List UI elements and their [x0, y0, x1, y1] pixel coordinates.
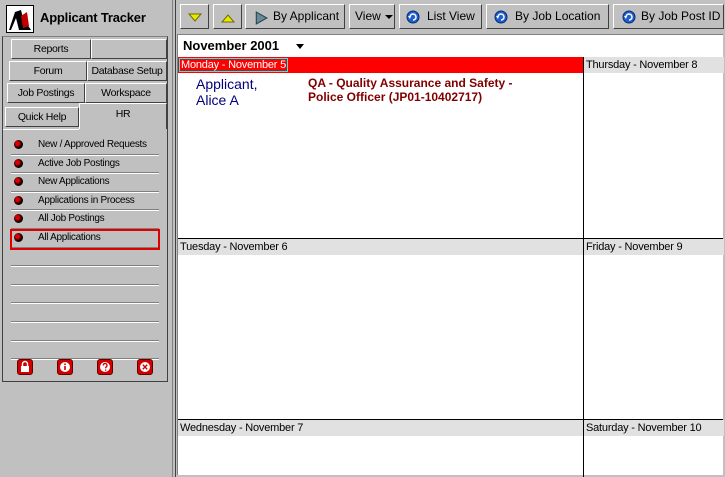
tab-blank[interactable]: [91, 39, 167, 59]
empty-row: [11, 249, 159, 268]
view-label: View: [355, 9, 381, 23]
app-title: Applicant Tracker: [40, 10, 146, 25]
refresh-globe-icon: [406, 10, 420, 24]
nav-item-new-applications[interactable]: New Applications: [11, 174, 159, 193]
tab-label: HR: [115, 108, 131, 120]
scroll-up-button[interactable]: [213, 4, 242, 29]
by-job-post-id-button[interactable]: By Job Post ID: [613, 4, 724, 29]
bullet-icon: [14, 158, 23, 168]
arrow-up-icon: [221, 14, 235, 23]
tab-forum[interactable]: Forum: [9, 61, 87, 81]
tab-quick-help[interactable]: Quick Help: [5, 107, 79, 127]
appointment-applicant[interactable]: Applicant, Alice A: [196, 76, 257, 108]
tab-database-setup[interactable]: Database Setup: [87, 61, 167, 81]
panel-splitter[interactable]: [172, 0, 176, 477]
day-header-wednesday[interactable]: Wednesday - November 7: [178, 420, 583, 436]
bullet-icon: [14, 195, 23, 205]
nav-item-label: All Applications: [38, 231, 101, 243]
by-job-post-id-label: By Job Post ID: [641, 9, 721, 23]
list-view-button[interactable]: List View: [399, 4, 482, 29]
by-job-location-button[interactable]: By Job Location: [486, 4, 609, 29]
list-view-label: List View: [427, 9, 475, 23]
day-cell-friday[interactable]: Friday - November 9: [584, 239, 724, 419]
nav-item-label: New / Approved Requests: [38, 139, 147, 150]
play-arrow-icon: [255, 11, 268, 25]
nav-item-applications-in-process[interactable]: Applications in Process: [11, 193, 159, 212]
bottom-icon-bar: [11, 357, 161, 377]
view-dropdown-button[interactable]: View: [349, 4, 395, 29]
chevron-down-icon[interactable]: [296, 44, 304, 49]
tab-label: Reports: [33, 43, 69, 55]
job-title-line: QA - Quality Assurance and Safety -: [308, 76, 513, 90]
arrow-down-icon: [188, 13, 202, 22]
day-cell-wednesday[interactable]: Wednesday - November 7: [178, 420, 583, 476]
by-applicant-button[interactable]: By Applicant: [245, 4, 345, 29]
nav-box: Reports Forum Database Setup Job Posting…: [2, 36, 168, 382]
tab-reports[interactable]: Reports: [11, 39, 91, 59]
tab-label: Forum: [33, 65, 63, 77]
tab-label: Job Postings: [17, 87, 75, 99]
day-header-saturday[interactable]: Saturday - November 10: [584, 420, 724, 436]
day-cell-thursday[interactable]: Thursday - November 8: [584, 57, 724, 238]
day-cell-monday[interactable]: Monday - November 5 Applicant, Alice A Q…: [178, 57, 583, 238]
applicant-name-line: Alice A: [196, 92, 239, 108]
day-header-label: Monday - November 5: [178, 58, 289, 72]
refresh-globe-icon: [494, 10, 508, 24]
bullet-icon: [14, 232, 23, 242]
by-applicant-label: By Applicant: [273, 9, 340, 23]
bullet-icon: [14, 177, 23, 187]
navigation-panel: Applicant Tracker Reports Forum Database…: [0, 0, 172, 477]
tab-label: Database Setup: [91, 65, 163, 77]
nav-item-all-applications[interactable]: All Applications: [10, 228, 160, 250]
day-cell-saturday[interactable]: Saturday - November 10: [584, 420, 724, 476]
empty-row: [11, 286, 159, 305]
app-logo: [6, 5, 34, 33]
applicant-name-line: Applicant,: [196, 76, 258, 92]
nav-item-all-job-postings[interactable]: All Job Postings: [11, 211, 159, 230]
bullet-icon: [14, 140, 23, 149]
close-icon[interactable]: [137, 359, 153, 375]
scroll-down-button[interactable]: [180, 4, 209, 29]
help-icon[interactable]: [97, 359, 113, 375]
day-header-friday[interactable]: Friday - November 9: [584, 239, 724, 255]
nav-item-label: Applications in Process: [38, 194, 135, 206]
tab-baseline: [3, 129, 79, 130]
nav-list: New / Approved Requests Active Job Posti…: [10, 137, 160, 361]
info-icon[interactable]: [57, 359, 73, 375]
empty-row: [11, 304, 159, 323]
nav-item-label: Active Job Postings: [38, 157, 120, 169]
tab-label: Workspace: [101, 87, 151, 99]
by-job-location-label: By Job Location: [515, 9, 601, 23]
app-header: Applicant Tracker: [2, 2, 168, 33]
toolbar: By Applicant View List View By Job Locat…: [176, 0, 725, 34]
chevron-down-icon: [385, 15, 393, 19]
tab-label: Quick Help: [17, 111, 67, 123]
job-title-line: Police Officer (JP01-10402717): [308, 90, 483, 104]
empty-row: [11, 323, 159, 342]
tab-job-postings[interactable]: Job Postings: [7, 83, 85, 103]
tab-hr[interactable]: HR: [79, 103, 167, 129]
nav-item-active-job-postings[interactable]: Active Job Postings: [11, 156, 159, 175]
lock-icon[interactable]: [17, 359, 33, 375]
appointment-job-title[interactable]: QA - Quality Assurance and Safety - Poli…: [308, 76, 513, 104]
nav-item-new-approved-requests[interactable]: New / Approved Requests: [11, 137, 159, 156]
nav-item-label: All Job Postings: [38, 213, 105, 225]
month-label[interactable]: November 2001: [183, 38, 279, 53]
day-header-thursday[interactable]: Thursday - November 8: [584, 57, 724, 73]
day-header-monday[interactable]: Monday - November 5: [178, 57, 583, 73]
tab-workspace[interactable]: Workspace: [85, 83, 167, 103]
week-calendar: November 2001 Monday - November 5 Applic…: [177, 34, 724, 477]
refresh-globe-icon: [622, 10, 636, 24]
day-cell-tuesday[interactable]: Tuesday - November 6: [178, 239, 583, 419]
bullet-icon: [14, 214, 23, 224]
empty-row: [11, 267, 159, 286]
day-header-tuesday[interactable]: Tuesday - November 6: [178, 239, 583, 255]
nav-item-label: New Applications: [38, 176, 110, 188]
